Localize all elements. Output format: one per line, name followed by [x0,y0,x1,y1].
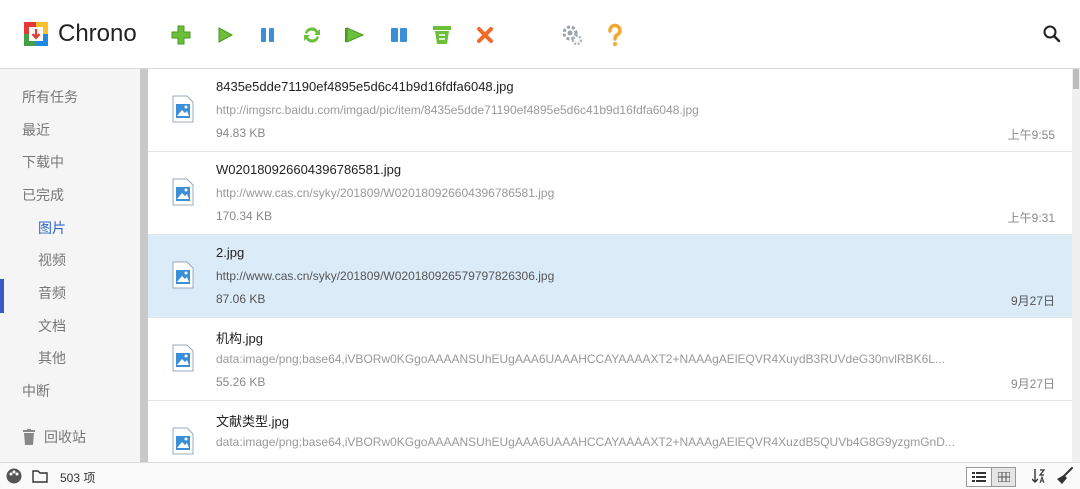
file-time: 9月27日 [1010,294,1055,308]
image-file-icon [172,427,194,455]
sidebar-item-audio[interactable]: 音频 [0,277,140,309]
sidebar-item-other[interactable]: 其他 [0,342,140,374]
help-button[interactable] [602,22,628,48]
start-all-button[interactable] [342,22,368,48]
download-row[interactable]: 文献类型.jpg data:image/png;base64,iVBORw0KG… [148,401,1072,462]
help-icon [608,23,622,46]
resume-button[interactable] [212,22,238,48]
file-name: W020180926604396786581.jpg [216,162,402,177]
file-name: 机构.jpg [216,331,263,346]
sidebar-item-downloading[interactable]: 下载中 [0,146,140,178]
refresh-button[interactable] [299,22,325,48]
grid-view-button[interactable] [992,468,1015,486]
app-title: Chrono [58,20,137,47]
file-url: http://www.cas.cn/syky/201809/W020180926… [216,269,555,283]
list-scrollbar[interactable] [1072,69,1080,462]
sidebar-splitter[interactable] [140,69,148,462]
pause-all-icon [391,28,407,42]
file-url: data:image/png;base64,iVBORw0KGgoAAAANSU… [216,352,945,366]
sidebar-item-images[interactable]: 图片 [0,212,140,244]
image-file-icon [172,261,194,289]
item-count: 503 项 [60,471,96,485]
pause-icon [261,28,274,42]
file-url: http://www.cas.cn/syky/201809/W020180926… [216,186,555,200]
refresh-icon [304,27,320,43]
settings-button[interactable] [559,22,585,48]
settings-icon [562,25,583,46]
sidebar-item-interrupted[interactable]: 中断 [0,375,140,407]
sidebar-item-recent[interactable]: 最近 [0,114,140,146]
trash-icon [23,429,35,445]
file-time: 上午9:31 [1007,211,1055,225]
image-file-icon [172,95,194,123]
list-view-icon [972,472,986,482]
file-url: data:image/png;base64,iVBORw0KGgoAAAANSU… [216,435,955,449]
download-row[interactable]: W020180926604396786581.jpg http://www.ca… [148,152,1072,235]
play-icon [218,27,234,43]
file-time: 9月27日 [1010,377,1055,391]
view-toggle [966,467,1016,487]
file-time: 上午9:55 [1007,128,1055,142]
image-file-icon [172,178,194,206]
file-size: 87.06 KB [216,292,266,306]
folder-icon[interactable] [32,469,48,483]
sidebar-item-trash[interactable]: 回收站 [0,421,140,453]
file-size: 170.34 KB [216,209,273,223]
clear-completed-button[interactable] [429,22,455,48]
sidebar-item-completed[interactable]: 已完成 [0,179,140,211]
file-name: 文献类型.jpg [216,414,289,429]
file-size: 55.26 KB [216,375,266,389]
add-button[interactable] [168,22,194,48]
search-icon[interactable] [1042,24,1062,44]
toolbar: Chrono [0,0,1080,69]
sidebar-item-documents[interactable]: 文档 [0,310,140,342]
download-row-selected[interactable]: 2.jpg http://www.cas.cn/syky/201809/W020… [148,235,1072,318]
delete-button[interactable] [472,22,498,48]
image-file-icon [172,344,194,372]
palette-icon[interactable] [6,468,22,484]
file-url: http://imgsrc.baidu.com/imgad/pic/item/8… [216,103,699,117]
pause-button[interactable] [255,22,281,48]
pause-all-button[interactable] [386,22,412,48]
sidebar-item-all[interactable]: 所有任务 [0,81,140,113]
add-icon [171,25,191,45]
file-size: 94.83 KB [216,126,266,140]
download-row[interactable]: 机构.jpg data:image/png;base64,iVBORw0KGgo… [148,318,1072,401]
download-row[interactable]: 8435e5dde71190ef4895e5d6c41b9d16fdfa6048… [148,69,1072,152]
file-name: 8435e5dde71190ef4895e5d6c41b9d16fdfa6048… [216,79,514,94]
grid-view-icon [997,472,1010,482]
clear-icon [433,26,451,44]
start-all-icon [345,27,365,43]
chrono-logo-icon [24,22,48,46]
file-name: 2.jpg [216,245,245,260]
sidebar: 所有任务 最近 下载中 已完成 图片 视频 音频 文档 其他 中断 回收站 [0,69,140,462]
sort-icon[interactable] [1032,468,1046,484]
trash-label: 回收站 [44,429,86,445]
list-view-button[interactable] [967,468,992,486]
status-bar: 503 项 [0,462,1080,489]
download-list: 8435e5dde71190ef4895e5d6c41b9d16fdfa6048… [148,69,1072,462]
clean-brush-icon[interactable] [1056,467,1074,485]
sidebar-item-videos[interactable]: 视频 [0,244,140,276]
delete-icon [477,27,493,43]
scrollbar-thumb[interactable] [1073,69,1079,89]
